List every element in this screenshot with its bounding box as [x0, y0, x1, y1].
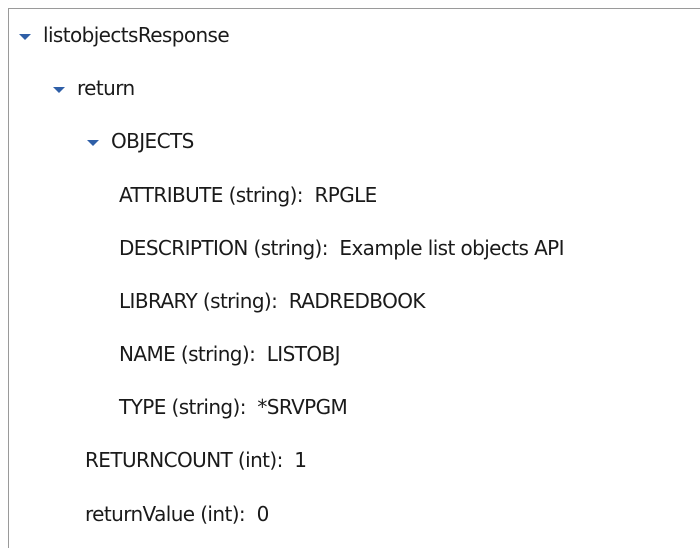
tree-leaf-attribute[interactable]: ATTRIBUTE (string): RPGLE: [119, 181, 377, 209]
chevron-down-icon[interactable]: [19, 34, 31, 40]
field-value: RADREDBOOK: [288, 289, 426, 313]
field-name: TYPE (string):: [119, 395, 246, 419]
tree-leaf-name[interactable]: NAME (string): LISTOBJ: [119, 340, 340, 368]
field-value: RPGLE: [314, 183, 377, 207]
response-tree-panel: listobjectsResponse return OBJECTS ATTRI…: [8, 8, 700, 548]
field-value: 0: [256, 502, 270, 526]
field-name: returnValue (int):: [85, 502, 246, 526]
tree-node-label: return: [77, 76, 135, 100]
tree-leaf-library[interactable]: LIBRARY (string): RADREDBOOK: [119, 287, 425, 315]
field-name: NAME (string):: [119, 342, 256, 366]
field-value: LISTOBJ: [266, 342, 341, 366]
field-name: RETURNCOUNT (int):: [85, 448, 283, 472]
tree-node-return[interactable]: return: [53, 74, 135, 102]
tree-leaf-returnvalue[interactable]: returnValue (int): 0: [85, 500, 269, 528]
field-name: ATTRIBUTE (string):: [119, 183, 304, 207]
field-value: *SRVPGM: [257, 395, 348, 419]
chevron-down-icon[interactable]: [53, 87, 65, 93]
tree-leaf-description[interactable]: DESCRIPTION (string): Example list objec…: [119, 234, 565, 262]
field-name: DESCRIPTION (string):: [119, 236, 328, 260]
tree-node-label: OBJECTS: [111, 129, 194, 153]
tree-node-label: listobjectsResponse: [43, 23, 230, 47]
field-value: Example list objects API: [339, 236, 564, 260]
tree-leaf-returncount[interactable]: RETURNCOUNT (int): 1: [85, 446, 307, 474]
field-value: 1: [294, 448, 307, 472]
field-name: LIBRARY (string):: [119, 289, 278, 313]
tree-node-listobjectsresponse[interactable]: listobjectsResponse: [19, 21, 230, 49]
tree-node-objects[interactable]: OBJECTS: [87, 127, 194, 155]
chevron-down-icon[interactable]: [87, 140, 99, 146]
tree-leaf-type[interactable]: TYPE (string): *SRVPGM: [119, 393, 348, 421]
